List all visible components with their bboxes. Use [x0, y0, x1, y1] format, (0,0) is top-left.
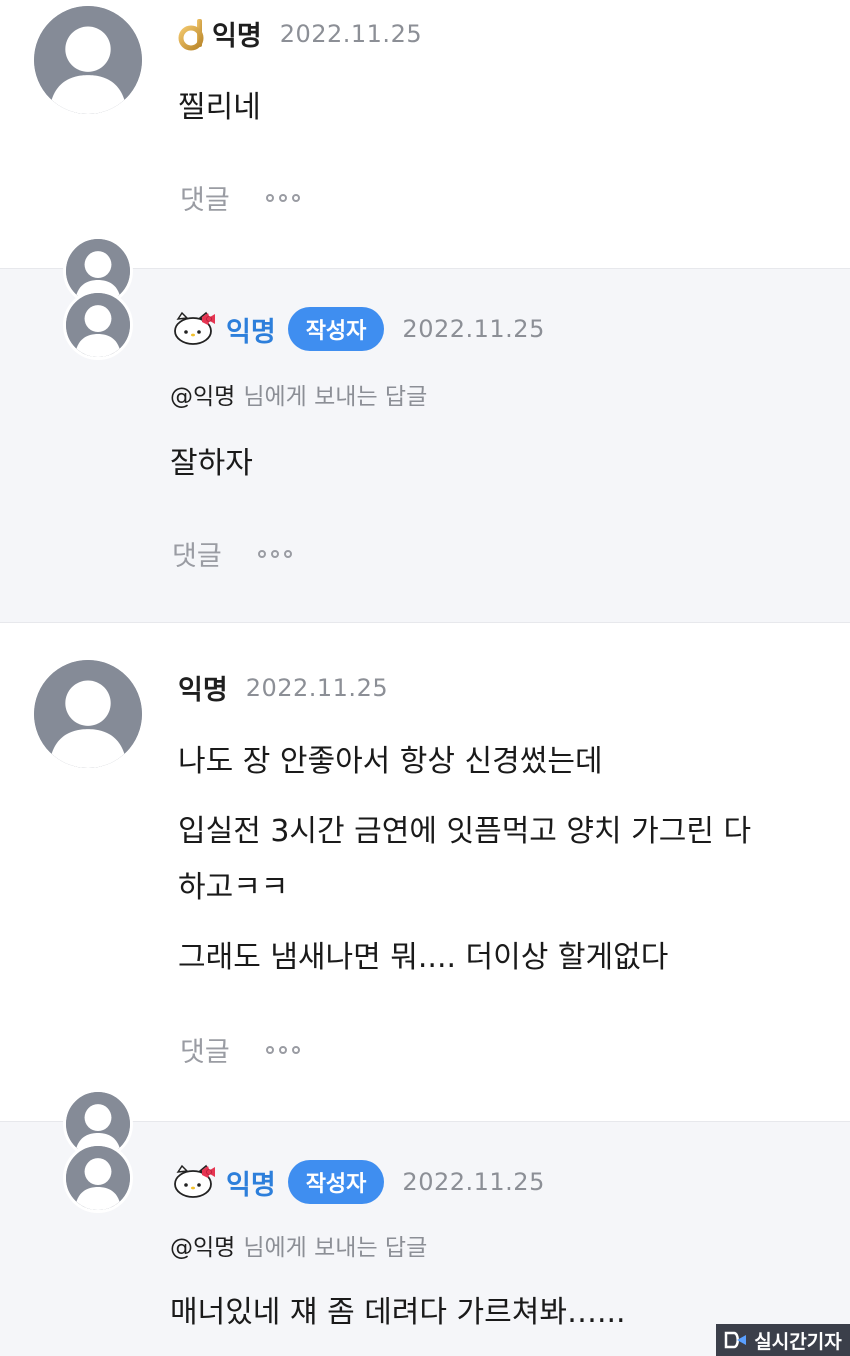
reply-button[interactable]: 댓글: [180, 178, 230, 217]
comment-line: 잘하자: [170, 446, 253, 481]
comment-body: 나도 장 안좋아서 항상 신경썼는데 입실전 3시간 금연에 잇픔먹고 양치 가…: [178, 734, 818, 986]
comment-line: 찔리네: [178, 90, 261, 125]
comment-line: 매너있네 쟤 좀 데려다 가르쳐봐…...: [170, 1295, 626, 1330]
reply-target-name[interactable]: @익명: [170, 1235, 235, 1261]
reply-target: @익명 님에게 보내는 답글: [170, 377, 427, 411]
reply-button[interactable]: 댓글: [172, 534, 222, 573]
default-user-avatar-icon: [34, 6, 142, 114]
reply-target-name[interactable]: @익명: [170, 384, 235, 410]
reply-target: @익명 님에게 보내는 답글: [170, 1228, 427, 1262]
comment-body: 매너있네 쟤 좀 데려다 가르쳐봐…...: [170, 1285, 810, 1341]
comment-line: 하고ㅋㅋ: [178, 870, 289, 905]
author-name[interactable]: 익명: [226, 1163, 276, 1202]
more-dots-icon[interactable]: [265, 193, 300, 202]
comment-date: 2022.11.25: [402, 1168, 545, 1196]
more-dots-icon[interactable]: [265, 1045, 300, 1054]
comment-2: 익명 2022.11.25 나도 장 안좋아서 항상 신경썼는데 입실전 3시간…: [0, 624, 850, 1121]
user-avatar[interactable]: [63, 1143, 133, 1213]
author-badge: 작성자: [287, 1160, 385, 1204]
user-avatar[interactable]: [34, 6, 142, 114]
comment-body: 잘하자: [170, 436, 810, 492]
comment-body: 찔리네: [178, 80, 818, 136]
default-user-avatar-icon: [66, 1146, 130, 1210]
watermark-logo-icon: [725, 1331, 747, 1349]
watermark-text: 실시간기자: [754, 1330, 842, 1353]
comment-1: 익명 2022.11.25 찔리네 댓글: [0, 0, 850, 268]
comment-line: 그래도 냄새나면 뭐.... 더이상 할게없다: [178, 940, 669, 975]
comment-date: 2022.11.25: [279, 19, 423, 48]
default-user-avatar-icon: [34, 660, 142, 768]
hello-kitty-icon: [174, 311, 215, 345]
watermark: 실시간기자: [716, 1324, 850, 1356]
user-avatar[interactable]: [34, 660, 142, 768]
reply-target-suffix: 님에게 보내는 답글: [243, 1235, 428, 1261]
hello-kitty-icon: [174, 1164, 215, 1198]
comment-date: 2022.11.25: [245, 673, 389, 702]
level-d-icon: [178, 18, 204, 50]
comment-date: 2022.11.25: [402, 315, 545, 343]
reply-2: 익명 작성자 2022.11.25 @익명 님에게 보내는 답글 매너있네 쟤 좀…: [0, 1089, 850, 1356]
more-dots-icon[interactable]: [257, 549, 292, 558]
author-badge: 작성자: [287, 307, 385, 351]
author-name[interactable]: 익명: [178, 668, 228, 707]
default-user-avatar-icon: [66, 293, 130, 357]
comment-line: 입실전 3시간 금연에 잇픔먹고 양치 가그린 다: [178, 814, 752, 849]
reply-button[interactable]: 댓글: [180, 1030, 230, 1069]
reply-1: 익명 작성자 2022.11.25 @익명 님에게 보내는 답글 잘하자 댓글: [0, 236, 850, 623]
author-name[interactable]: 익명: [226, 310, 276, 349]
user-avatar[interactable]: [63, 290, 133, 360]
comment-line: 나도 장 안좋아서 항상 신경썼는데: [178, 744, 603, 779]
reply-target-suffix: 님에게 보내는 답글: [243, 384, 428, 410]
author-name[interactable]: 익명: [212, 14, 262, 53]
